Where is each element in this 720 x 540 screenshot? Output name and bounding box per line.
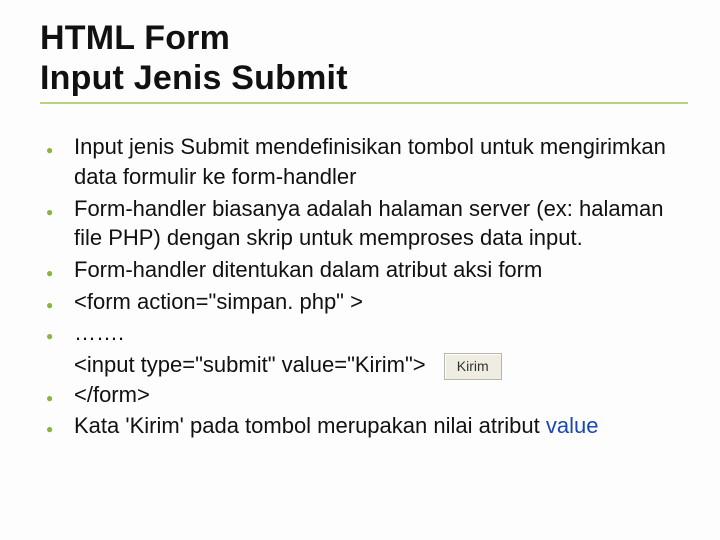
bullet-text: </form> <box>74 382 150 407</box>
bullet-item: Kata 'Kirim' pada tombol merupakan nilai… <box>40 411 682 441</box>
bullet-list-continued: </form> Kata 'Kirim' pada tombol merupak… <box>40 380 688 441</box>
slide: HTML Form Input Jenis Submit Input jenis… <box>0 0 720 441</box>
bullet-item: Form-handler ditentukan dalam atribut ak… <box>40 255 682 285</box>
bullet-item: Form-handler biasanya adalah halaman ser… <box>40 194 682 253</box>
bullet-text: Form-handler biasanya adalah halaman ser… <box>74 196 663 251</box>
bullet-text: Form-handler ditentukan dalam atribut ak… <box>74 257 542 282</box>
bullet-text: Kata 'Kirim' pada tombol merupakan nilai… <box>74 413 546 438</box>
bullet-text: Input jenis Submit mendefinisikan tombol… <box>74 134 666 189</box>
bullet-item: ……. <box>40 318 682 348</box>
bullet-item: </form> <box>40 380 682 410</box>
code-text: <input type="submit" value="Kirim"> <box>74 352 426 377</box>
title-line-2: Input Jenis Submit <box>40 58 688 98</box>
title-line-1: HTML Form <box>40 18 688 58</box>
bullet-text: ……. <box>74 320 124 345</box>
bullet-item: Input jenis Submit mendefinisikan tombol… <box>40 132 682 191</box>
slide-title: HTML Form Input Jenis Submit <box>40 18 688 104</box>
demo-submit-button: Kirim <box>444 353 502 380</box>
bullet-list: Input jenis Submit mendefinisikan tombol… <box>40 132 688 348</box>
bullet-item: <form action="simpan. php" > <box>40 287 682 317</box>
bullet-text: <form action="simpan. php" > <box>74 289 363 314</box>
highlight-value: value <box>546 413 599 438</box>
code-line: <input type="submit" value="Kirim"> Kiri… <box>40 350 688 380</box>
